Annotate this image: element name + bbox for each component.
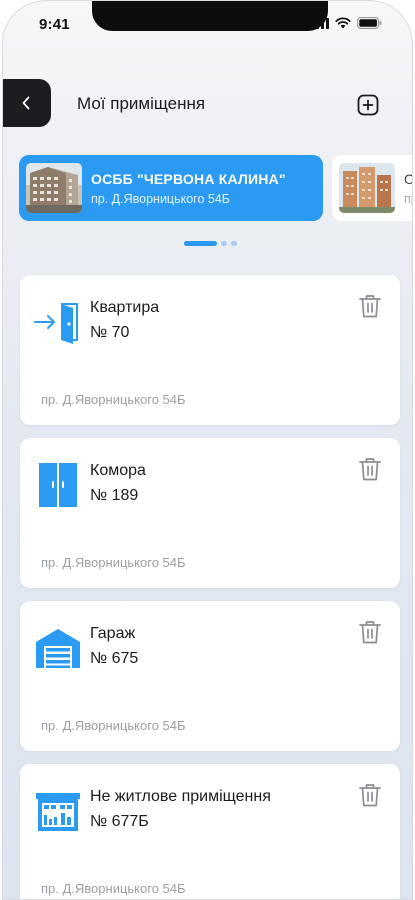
pagination-dot-active (184, 241, 217, 246)
building-photo (26, 163, 82, 213)
delete-button[interactable] (358, 456, 382, 482)
pagination-dot (221, 241, 227, 246)
premise-number: № 70 (90, 324, 130, 341)
premise-address: пр. Д.Яворницького 54Б (41, 718, 186, 733)
carousel-pagination (184, 241, 237, 246)
building-address: пр (404, 191, 412, 206)
garage-icon (32, 623, 84, 673)
pagination-dot (231, 241, 237, 246)
building-name: ОСББ "ЧЕРВОНА КАЛИНА" (91, 170, 286, 187)
battery-icon (357, 17, 382, 29)
delete-button[interactable] (358, 619, 382, 645)
notch (92, 1, 328, 31)
building-card[interactable]: ОС пр (332, 155, 412, 221)
premise-name: Не житлове приміщення (90, 788, 271, 805)
premise-name: Квартира (90, 299, 160, 316)
building-card-active[interactable]: ОСББ "ЧЕРВОНА КАЛИНА" пр. Д.Яворницького… (19, 155, 323, 221)
premise-address: пр. Д.Яворницького 54Б (41, 555, 186, 570)
status-icons (311, 17, 382, 29)
premise-address: пр. Д.Яворницького 54Б (41, 881, 186, 896)
status-bar: 9:41 (3, 1, 412, 49)
premise-number: № 189 (90, 487, 139, 504)
add-premise-button[interactable] (356, 93, 380, 117)
delete-button[interactable] (358, 293, 382, 319)
trash-icon (359, 621, 381, 644)
trash-icon (359, 295, 381, 318)
back-button[interactable] (3, 79, 51, 127)
premise-card-non-residential[interactable]: Не житлове приміщення № 677Б пр. Д.Яворн… (20, 764, 400, 899)
commercial-building-icon (32, 786, 84, 836)
phone-screen: 9:41 Мої приміщення ОСББ "ЧЕРВОНА КАЛИНА… (2, 0, 413, 900)
page-title: Мої приміщення (77, 94, 206, 113)
premise-name: Комора (90, 462, 146, 479)
delete-button[interactable] (358, 782, 382, 808)
status-time: 9:41 (39, 16, 70, 33)
building-name: ОС (404, 171, 412, 187)
door-enter-icon (32, 297, 84, 347)
chevron-left-icon (22, 96, 30, 110)
plus-square-icon (357, 94, 379, 116)
trash-icon (359, 784, 381, 807)
premise-card-apartment[interactable]: Квартира № 70 пр. Д.Яворницького 54Б (20, 275, 400, 425)
building-photo (339, 163, 395, 213)
signal-icon (311, 17, 329, 29)
wifi-icon (335, 17, 351, 29)
premise-number: № 675 (90, 650, 139, 667)
premise-card-storage[interactable]: Комора № 189 пр. Д.Яворницького 54Б (20, 438, 400, 588)
premise-name: Гараж (90, 625, 136, 642)
premise-number: № 677Б (90, 813, 149, 830)
premise-address: пр. Д.Яворницького 54Б (41, 392, 186, 407)
premise-card-garage[interactable]: Гараж № 675 пр. Д.Яворницького 54Б (20, 601, 400, 751)
storage-closet-icon (32, 460, 84, 510)
building-carousel[interactable]: ОСББ "ЧЕРВОНА КАЛИНА" пр. Д.Яворницького… (3, 155, 412, 221)
building-address: пр. Д.Яворницького 54Б (91, 191, 230, 206)
trash-icon (359, 458, 381, 481)
